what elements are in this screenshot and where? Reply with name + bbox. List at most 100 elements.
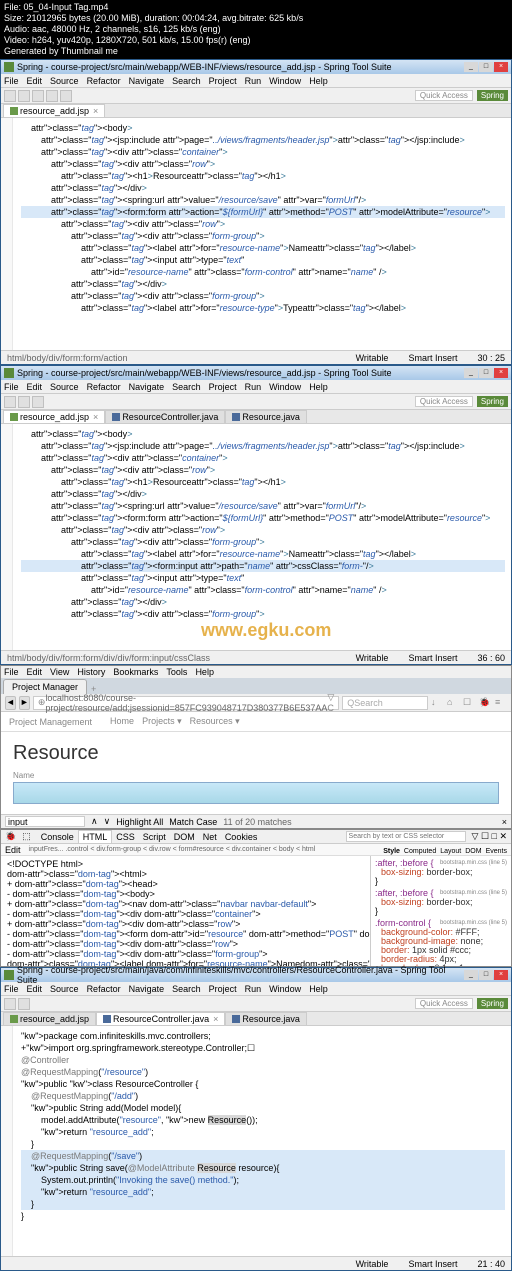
tb-run[interactable] [32,396,44,408]
code-line[interactable]: attr">class="tag"><label attr">for="reso… [21,548,505,560]
code-line[interactable]: attr">class="tag"><div attr">class="cont… [21,146,505,158]
code-editor[interactable]: "kw">package com.infiniteskills.mvc.cont… [1,1026,511,1256]
dt-tab-net[interactable]: Net [199,831,221,843]
nav-item[interactable]: Home [110,716,134,726]
code-line[interactable]: +"kw">import org.springframework.stereot… [21,1042,505,1054]
menu-icon[interactable]: ≡ [495,697,507,709]
forward-button[interactable]: ► [19,696,30,710]
menu-file[interactable]: File [4,667,19,677]
code-line[interactable]: attr">class="tag"><div attr">class="row"… [21,464,505,476]
find-close[interactable]: × [502,817,507,827]
code-line[interactable]: attr">class="tag"><jsp:include attr">pag… [21,440,505,452]
maximize-button[interactable]: □ [479,970,493,980]
perspective-spring[interactable]: Spring [477,90,508,101]
bookmark-icon[interactable]: ☐ [463,697,475,709]
menu-help[interactable]: Help [309,382,328,392]
menu-navigate[interactable]: Navigate [129,76,165,86]
menu-search[interactable]: Search [172,76,201,86]
code-editor[interactable]: attr">class="tag"><body> attr">class="ta… [1,424,511,650]
code-line[interactable]: "kw">return "resource_add"; [21,1126,505,1138]
menu-history[interactable]: History [77,667,105,677]
menu-file[interactable]: File [4,76,19,86]
quick-access[interactable]: Quick Access [415,90,473,101]
style-rule[interactable]: bootstrap.min.css (line 5):after, :befor… [375,889,507,916]
menu-help[interactable]: Help [309,76,328,86]
tb-save[interactable] [18,998,30,1010]
code-line[interactable]: attr">class="tag"><body> [21,428,505,440]
dt-search[interactable] [346,831,466,842]
code-line[interactable]: "kw">return "resource_add"; [21,1186,505,1198]
code-line[interactable]: attr">class="tag"><div attr">class="row"… [21,218,505,230]
code-line[interactable]: } [21,1210,505,1222]
code-line[interactable]: @Controller [21,1054,505,1066]
dom-node[interactable]: + dom-attr">class="dom-tag"><nav dom-att… [7,899,364,909]
menu-window[interactable]: Window [269,382,301,392]
menu-refactor[interactable]: Refactor [87,382,121,392]
inspect-icon[interactable]: ⬚ [22,831,31,842]
menu-run[interactable]: Run [245,984,262,994]
find-highlight[interactable]: Highlight All [116,817,163,827]
dom-node[interactable]: - dom-attr">class="dom-tag"><form dom-at… [7,929,364,939]
firebug-icon[interactable]: 🐞 [479,697,491,709]
code-line[interactable]: attr">class="tag"><spring:url attr">valu… [21,500,505,512]
code-line[interactable]: attr">class="tag"></div> [21,182,505,194]
menu-navigate[interactable]: Navigate [129,382,165,392]
dom-node[interactable]: <!DOCTYPE html> [7,859,364,869]
home-icon[interactable]: ⌂ [447,697,459,709]
url-input[interactable]: ⊕ localhost:8080/course-project/resource… [33,696,339,710]
menu-run[interactable]: Run [245,382,262,392]
menu-refactor[interactable]: Refactor [87,76,121,86]
style-tab-dom[interactable]: DOM [465,848,481,855]
code-line[interactable]: attr">class="tag"><input attr">type="tex… [21,572,505,584]
code-line[interactable]: attr">class="tag"><h1>Resourceattr">clas… [21,170,505,182]
code-line[interactable]: model.addAttribute("resource", "kw">new … [21,1114,505,1126]
code-line[interactable]: attr">class="tag"><label attr">for="reso… [21,302,505,314]
menu-navigate[interactable]: Navigate [129,984,165,994]
close-icon[interactable]: × [93,106,98,116]
style-tab-style[interactable]: Style [383,848,400,855]
search-input[interactable]: Q Search [342,696,428,710]
tab-resource-add[interactable]: resource_add.jsp × [3,104,105,117]
tab-resourcecontroller-java[interactable]: ResourceController.java× [96,1012,225,1025]
menu-source[interactable]: Source [50,382,79,392]
menu-help[interactable]: Help [195,667,214,677]
menu-project[interactable]: Project [209,984,237,994]
style-tab-layout[interactable]: Layout [440,848,461,855]
code-line[interactable]: attr">class="tag"><h1>Resourceattr">clas… [21,476,505,488]
menu-edit[interactable]: Edit [27,76,43,86]
styles-panel[interactable]: bootstrap.min.css (line 5):after, :befor… [371,856,511,966]
code-line[interactable]: attr">class="tag"><spring:url attr">valu… [21,194,505,206]
code-line[interactable]: attr">class="tag"><div attr">class="form… [21,608,505,620]
menu-edit[interactable]: Edit [27,667,43,677]
code-line[interactable]: "kw">public String add(Model model){ [21,1102,505,1114]
code-line[interactable]: attr">class="tag"><div attr">class="row"… [21,524,505,536]
code-line[interactable]: } [21,1198,505,1210]
tb-save[interactable] [18,396,30,408]
code-line[interactable]: } [21,1138,505,1150]
code-line[interactable]: attr">class="tag"><input attr">type="tex… [21,254,505,266]
code-line[interactable]: @RequestMapping("/save") [21,1150,505,1162]
tab-resource_add-jsp[interactable]: resource_add.jsp [3,1012,96,1025]
find-next[interactable]: ∨ [104,816,111,827]
menu-edit[interactable]: Edit [27,382,43,392]
quick-access[interactable]: Quick Access [415,998,473,1009]
code-line[interactable]: attr">class="tag"><div attr">class="form… [21,536,505,548]
menu-search[interactable]: Search [172,382,201,392]
code-line[interactable]: attr">class="tag"><form:form attr">actio… [21,512,505,524]
dom-node[interactable]: + dom-attr">class="dom-tag"><div dom-att… [7,919,364,929]
dt-edit[interactable]: Edit [5,845,21,855]
code-line[interactable]: attr">class="tag"></div> [21,596,505,608]
tb-new[interactable] [4,90,16,102]
style-tab-events[interactable]: Events [486,848,507,855]
menu-refactor[interactable]: Refactor [87,984,121,994]
tb-new[interactable] [4,998,16,1010]
dt-tab-css[interactable]: CSS [112,831,139,843]
tab-resource-java[interactable]: Resource.java [225,1012,307,1025]
code-editor[interactable]: attr">class="tag"><body> attr">class="ta… [1,118,511,350]
titlebar[interactable]: Spring - course-project/src/main/java/co… [1,968,511,982]
dom-breadcrumb[interactable]: inputFres... .control < div.form-group <… [25,844,376,856]
code-line[interactable]: attr">class="tag"><form:input attr">path… [21,560,505,572]
dom-node[interactable]: dom-attr">class="dom-tag"><html> [7,869,364,879]
menu-run[interactable]: Run [245,76,262,86]
style-rule[interactable]: bootstrap.min.css (line 5):after, :befor… [375,859,507,886]
